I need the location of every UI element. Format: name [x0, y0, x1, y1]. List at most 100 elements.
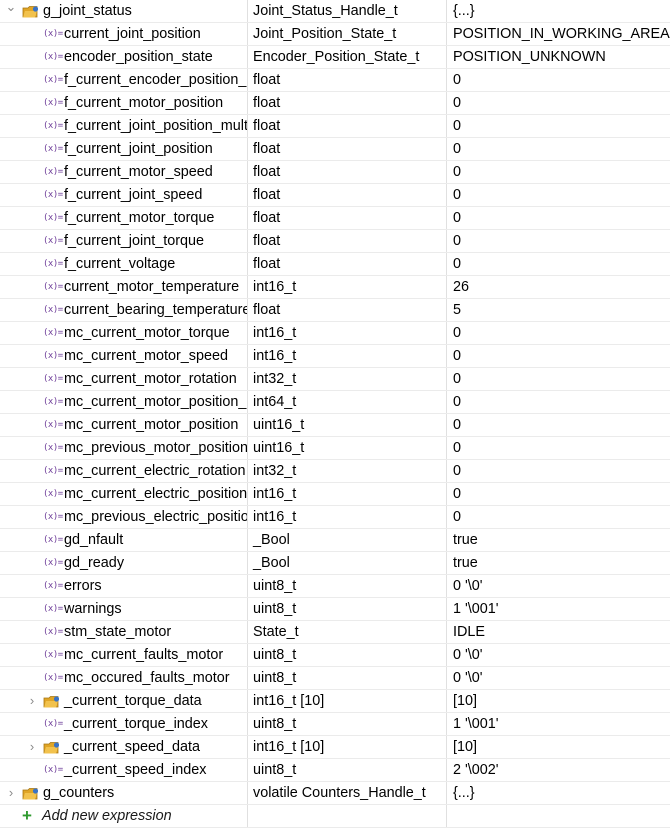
- expression-value[interactable]: 0: [448, 460, 670, 482]
- expression-value[interactable]: 0: [448, 161, 670, 183]
- expression-row[interactable]: (x)= _current_torque_index uint8_t 1 '\001': [0, 713, 670, 736]
- expression-name-cell[interactable]: (x)= warnings: [0, 598, 248, 620]
- expression-row[interactable]: (x)= mc_current_faults_motor uint8_t 0 '\0': [0, 644, 670, 667]
- expression-row[interactable]: (x)= mc_previous_motor_position uint16_t 0: [0, 437, 670, 460]
- expression-value[interactable]: 5: [448, 299, 670, 321]
- expression-name-cell[interactable]: › _current_speed_data: [0, 736, 248, 758]
- expression-value[interactable]: IDLE: [448, 621, 670, 643]
- expression-name-cell[interactable]: (x)= mc_current_electric_rotation: [0, 460, 248, 482]
- expression-value[interactable]: 0: [448, 184, 670, 206]
- expression-row[interactable]: (x)= f_current_joint_position float 0: [0, 138, 670, 161]
- expression-name-cell[interactable]: (x)= f_current_motor_position: [0, 92, 248, 114]
- expression-name-cell[interactable]: (x)= _current_speed_index: [0, 759, 248, 781]
- expression-value[interactable]: 1 '\001': [448, 598, 670, 620]
- expression-value[interactable]: 0: [448, 69, 670, 91]
- expression-value[interactable]: 2 '\002': [448, 759, 670, 781]
- add-expression-row[interactable]: + Add new expression: [0, 805, 670, 828]
- expression-value[interactable]: [10]: [448, 736, 670, 758]
- expression-name-cell[interactable]: (x)= mc_current_motor_rotation: [0, 368, 248, 390]
- expression-value[interactable]: POSITION_UNKNOWN: [448, 46, 670, 68]
- expression-row[interactable]: (x)= f_current_motor_position float 0: [0, 92, 670, 115]
- expression-name-cell[interactable]: (x)= f_current_motor_speed: [0, 161, 248, 183]
- expression-value[interactable]: {...}: [448, 782, 670, 804]
- expand-toggle-icon[interactable]: ›: [4, 782, 18, 804]
- expression-row[interactable]: (x)= f_current_voltage float 0: [0, 253, 670, 276]
- expression-name-cell[interactable]: (x)= encoder_position_state: [0, 46, 248, 68]
- expression-row[interactable]: (x)= mc_current_motor_position_ int64_t 0: [0, 391, 670, 414]
- expression-row[interactable]: (x)= encoder_position_state Encoder_Positi…: [0, 46, 670, 69]
- expression-name-cell[interactable]: › g_counters: [0, 782, 248, 804]
- expression-row[interactable]: (x)= stm_state_motor State_t IDLE: [0, 621, 670, 644]
- expression-value[interactable]: true: [448, 552, 670, 574]
- expression-row[interactable]: (x)= f_current_motor_torque float 0: [0, 207, 670, 230]
- expression-row[interactable]: (x)=f_current_joint_position_multiturnfl…: [0, 115, 670, 138]
- expression-value[interactable]: 0: [448, 138, 670, 160]
- expression-row[interactable]: (x)= warnings uint8_t 1 '\001': [0, 598, 670, 621]
- expression-value[interactable]: 0 '\0': [448, 575, 670, 597]
- expression-value[interactable]: 26: [448, 276, 670, 298]
- expression-name-cell[interactable]: (x)=f_current_encoder_position_offset: [0, 69, 248, 91]
- expression-name-cell[interactable]: (x)= mc_current_electric_position: [0, 483, 248, 505]
- expression-value[interactable]: 0 '\0': [448, 667, 670, 689]
- expression-row[interactable]: (x)=f_current_encoder_position_offsetflo…: [0, 69, 670, 92]
- expression-row[interactable]: (x)= _current_speed_index uint8_t 2 '\002': [0, 759, 670, 782]
- expression-row[interactable]: (x)= mc_current_electric_position int16_t 0: [0, 483, 670, 506]
- expression-value[interactable]: true: [448, 529, 670, 551]
- expression-value[interactable]: 0: [448, 391, 670, 413]
- expression-row[interactable]: › _current_torque_data int16_t [10] [10]: [0, 690, 670, 713]
- expression-name-cell[interactable]: (x)= mc_current_motor_speed: [0, 345, 248, 367]
- expression-name-cell[interactable]: (x)=f_current_joint_position_multiturn: [0, 115, 248, 137]
- expression-row[interactable]: ⌄ g_joint_status Joint_Status_Handle_t {...…: [0, 0, 670, 23]
- expression-name-cell[interactable]: › _current_torque_data: [0, 690, 248, 712]
- expression-row[interactable]: (x)= f_current_joint_torque float 0: [0, 230, 670, 253]
- expression-value[interactable]: 0: [448, 92, 670, 114]
- expression-value[interactable]: 0: [448, 506, 670, 528]
- expression-name-cell[interactable]: (x)= mc_current_motor_position_: [0, 391, 248, 413]
- expression-name-cell[interactable]: (x)= stm_state_motor: [0, 621, 248, 643]
- expression-name-cell[interactable]: (x)= f_current_joint_position: [0, 138, 248, 160]
- expression-value[interactable]: [448, 805, 670, 827]
- expression-row[interactable]: (x)= mc_current_electric_rotation int32_t 0: [0, 460, 670, 483]
- expression-name-cell[interactable]: (x)= gd_ready: [0, 552, 248, 574]
- expression-value[interactable]: POSITION_IN_WORKING_AREA: [448, 23, 670, 45]
- expression-value[interactable]: 0: [448, 230, 670, 252]
- add-icon[interactable]: +: [22, 805, 32, 827]
- expression-name-cell[interactable]: ⌄ g_joint_status: [0, 0, 248, 22]
- expression-name-cell[interactable]: (x)= f_current_joint_torque: [0, 230, 248, 252]
- expression-name-cell[interactable]: (x)= f_current_motor_torque: [0, 207, 248, 229]
- expression-row[interactable]: (x)= gd_nfault _Bool true: [0, 529, 670, 552]
- expression-name-cell[interactable]: (x)= mc_current_faults_motor: [0, 644, 248, 666]
- expression-row[interactable]: (x)= current_joint_position Joint_Position…: [0, 23, 670, 46]
- expression-row[interactable]: (x)= current_motor_temperature int16_t 26: [0, 276, 670, 299]
- expression-row[interactable]: (x)= f_current_motor_speed float 0: [0, 161, 670, 184]
- expression-row[interactable]: (x)= mc_current_motor_position uint16_t 0: [0, 414, 670, 437]
- expression-name-cell[interactable]: (x)= gd_nfault: [0, 529, 248, 551]
- expression-name-cell[interactable]: (x)= current_joint_position: [0, 23, 248, 45]
- expression-name-cell[interactable]: (x)= _current_torque_index: [0, 713, 248, 735]
- expression-value[interactable]: 0: [448, 345, 670, 367]
- expression-row[interactable]: › _current_speed_data int16_t [10] [10]: [0, 736, 670, 759]
- expression-value[interactable]: 0 '\0': [448, 644, 670, 666]
- expression-row[interactable]: (x)= f_current_joint_speed float 0: [0, 184, 670, 207]
- expression-name-cell[interactable]: (x)= mc_current_motor_position: [0, 414, 248, 436]
- expression-name-cell[interactable]: (x)= f_current_joint_speed: [0, 184, 248, 206]
- expression-value[interactable]: 0: [448, 437, 670, 459]
- expression-name-cell[interactable]: (x)= mc_previous_electric_position: [0, 506, 248, 528]
- expression-row[interactable]: (x)= current_bearing_temperature float 5: [0, 299, 670, 322]
- expand-toggle-icon[interactable]: ›: [25, 690, 39, 712]
- expression-name-cell[interactable]: (x)= errors: [0, 575, 248, 597]
- expression-value[interactable]: 0: [448, 322, 670, 344]
- expression-row[interactable]: (x)= mc_current_motor_rotation int32_t 0: [0, 368, 670, 391]
- expression-name-cell[interactable]: (x)= mc_occured_faults_motor: [0, 667, 248, 689]
- expression-row[interactable]: (x)= mc_previous_electric_position int16_t…: [0, 506, 670, 529]
- expression-value[interactable]: 0: [448, 207, 670, 229]
- expression-row[interactable]: (x)= gd_ready _Bool true: [0, 552, 670, 575]
- expression-row[interactable]: › g_counters volatile Counters_Handle_t {..…: [0, 782, 670, 805]
- expression-name-cell[interactable]: + Add new expression: [0, 805, 248, 827]
- expression-row[interactable]: (x)= mc_current_motor_torque int16_t 0: [0, 322, 670, 345]
- expression-value[interactable]: 0: [448, 414, 670, 436]
- expression-name-cell[interactable]: (x)= f_current_voltage: [0, 253, 248, 275]
- expression-value[interactable]: [10]: [448, 690, 670, 712]
- expression-name-cell[interactable]: (x)= current_motor_temperature: [0, 276, 248, 298]
- expression-row[interactable]: (x)= mc_occured_faults_motor uint8_t 0 '\0': [0, 667, 670, 690]
